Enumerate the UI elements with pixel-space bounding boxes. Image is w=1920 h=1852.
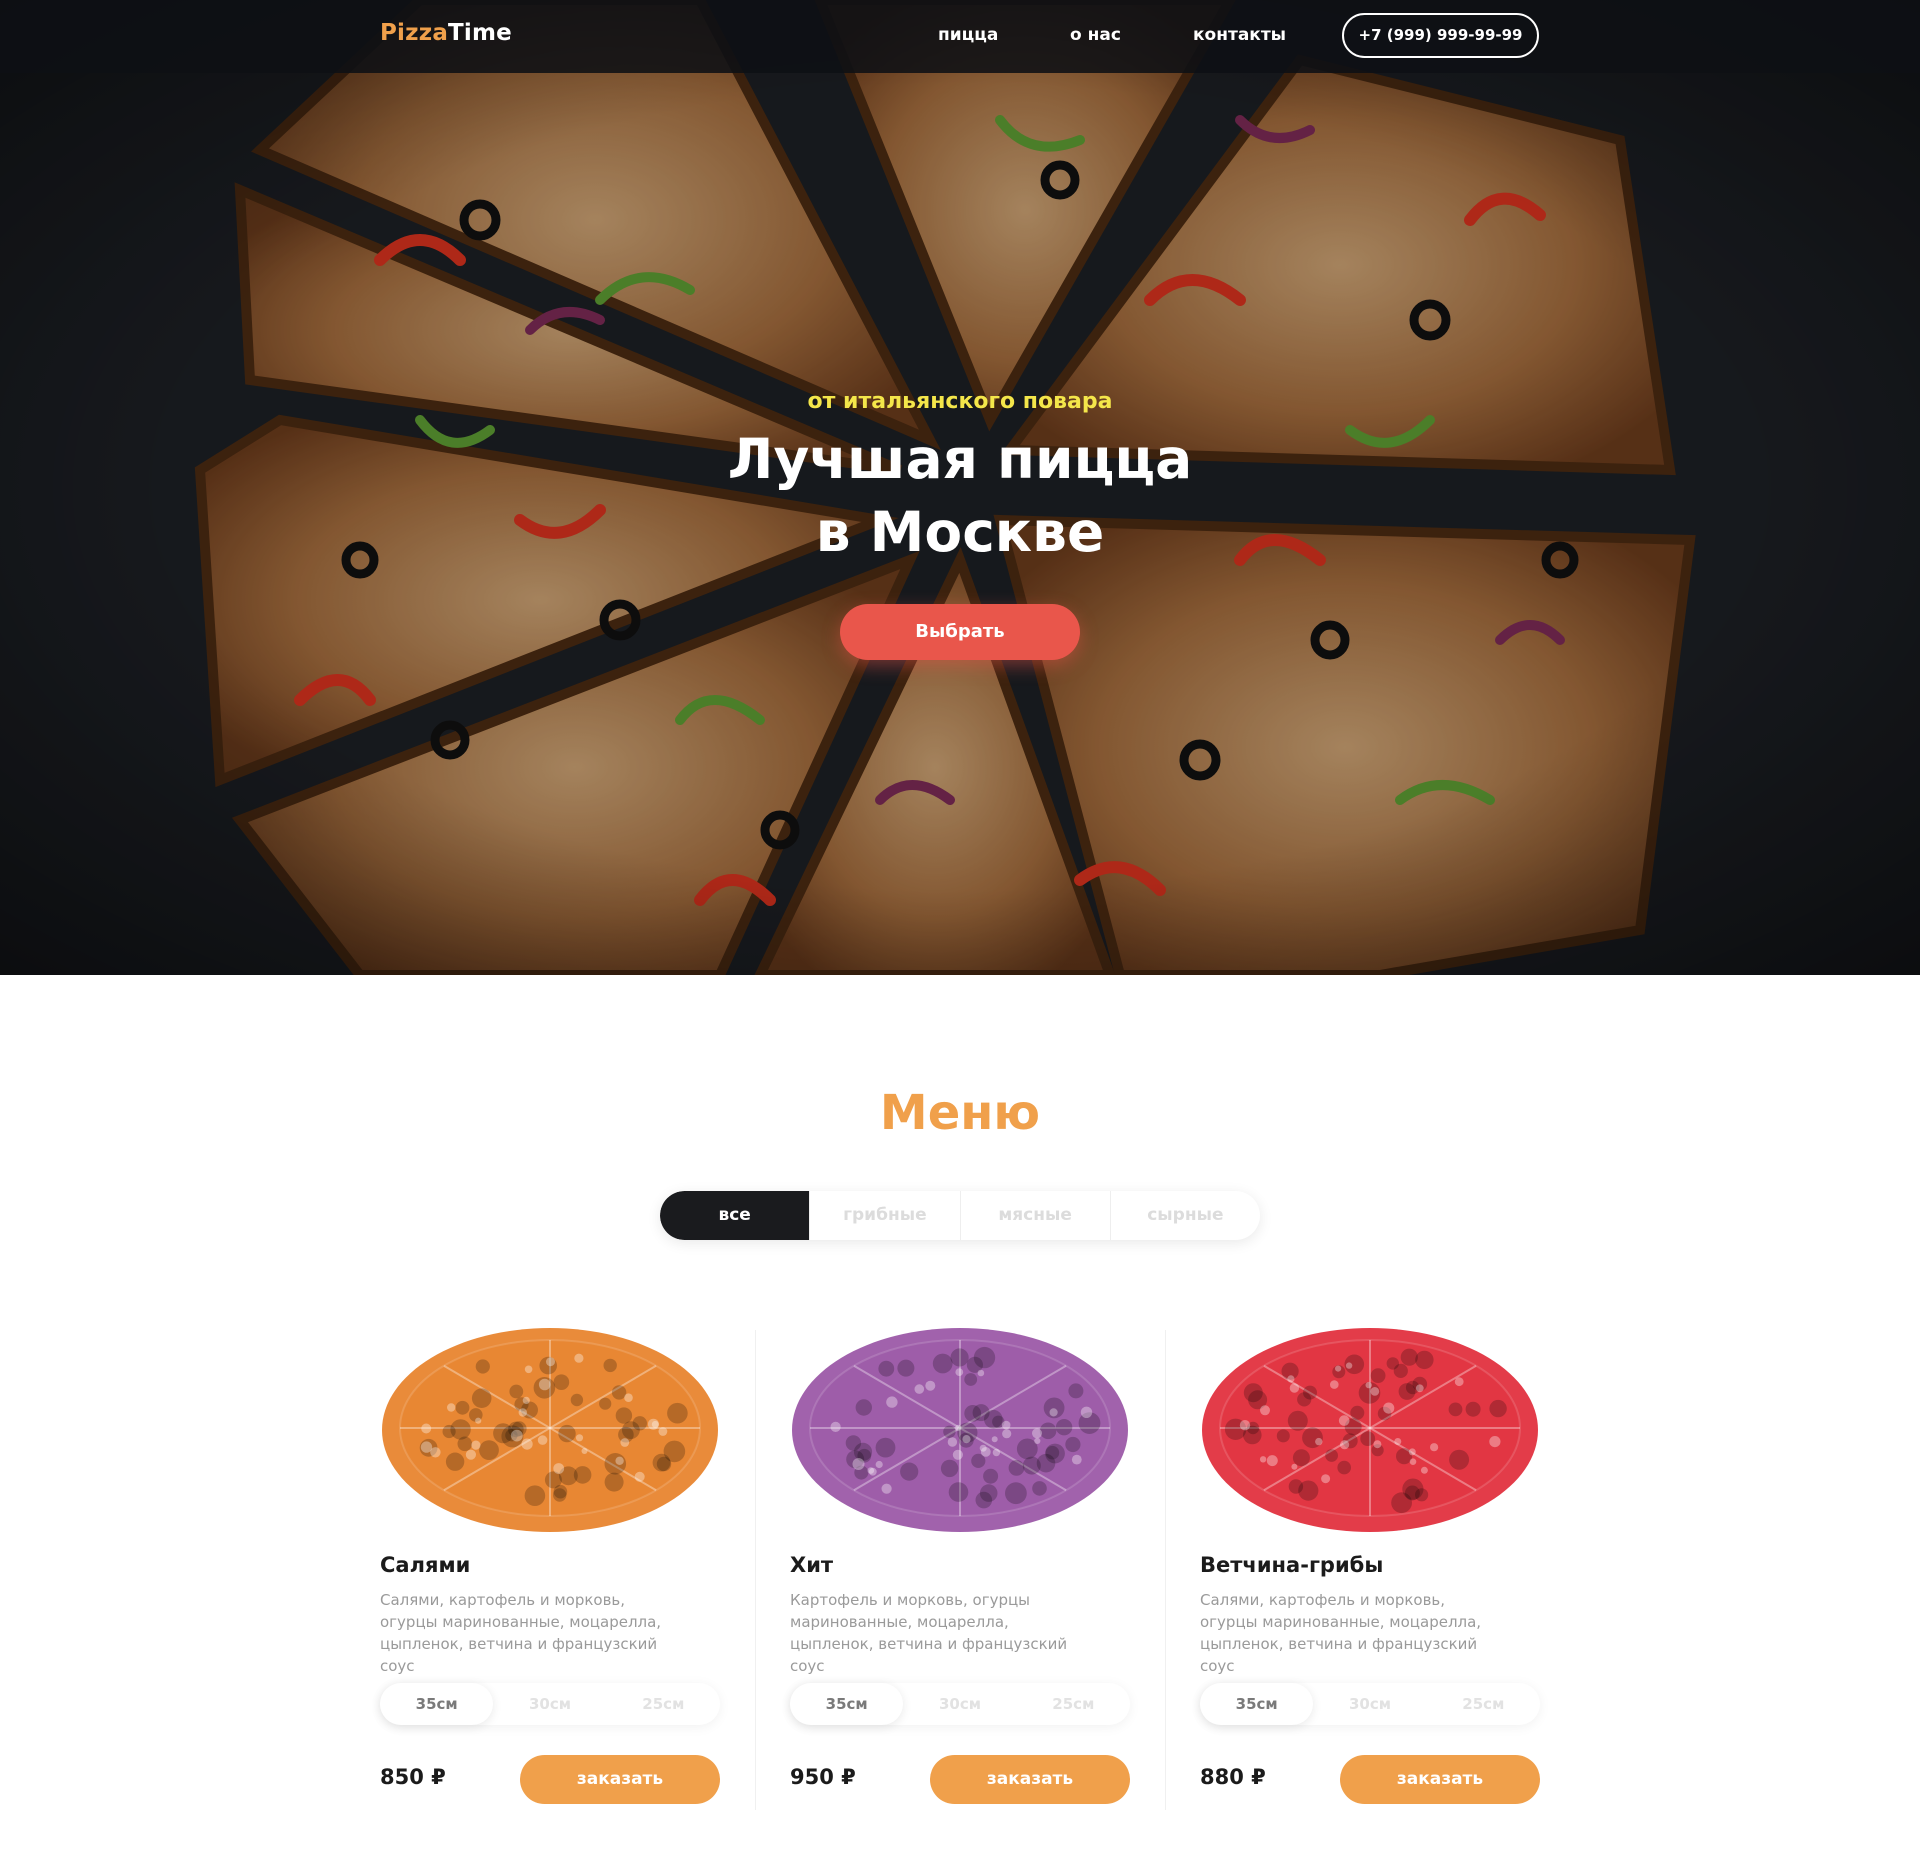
pizza-card-hit: Хит Картофель и морковь, огурцы маринова… [790, 1325, 1130, 1810]
order-button[interactable]: заказать [520, 1755, 720, 1804]
pizza-image [790, 1325, 1130, 1535]
size-option-25[interactable]: 25см [1427, 1683, 1540, 1725]
size-option-25[interactable]: 25см [607, 1683, 720, 1725]
size-option-25[interactable]: 25см [1017, 1683, 1130, 1725]
logo-pizza-text: Pizza [380, 20, 449, 46]
pizza-price: 850 ₽ [380, 1765, 446, 1789]
pizza-card-ham-mushroom: Ветчина-грибы Салями, картофель и морков… [1200, 1325, 1540, 1810]
phone-button[interactable]: +7 (999) 999-99-99 [1342, 13, 1539, 58]
card-divider [755, 1330, 756, 1810]
menu-title: Меню [879, 1085, 1041, 1141]
pizza-price: 950 ₽ [790, 1765, 856, 1789]
pizza-description: Салями, картофель и морковь, огурцы мари… [380, 1591, 662, 1675]
order-button[interactable]: заказать [1340, 1755, 1540, 1804]
hero-section: PizzaTime пицца о нас контакты +7 (999) … [0, 0, 1920, 975]
logo-time-text: Time [448, 20, 512, 46]
pizza-price: 880 ₽ [1200, 1765, 1266, 1789]
filter-tab-all[interactable]: все [660, 1191, 811, 1240]
hero-title-line-2: в Москве [815, 500, 1105, 564]
card-divider [1165, 1330, 1166, 1810]
top-navbar: PizzaTime пицца о нас контакты +7 (999) … [0, 0, 1920, 73]
filter-tab-meat[interactable]: мясные [961, 1191, 1111, 1240]
pizza-description: Картофель и морковь, огурцы маринованные… [790, 1591, 1068, 1675]
size-option-35[interactable]: 35см [380, 1683, 494, 1725]
size-selector: 35см 30см 25см [380, 1683, 720, 1725]
size-option-30[interactable]: 30см [493, 1683, 606, 1725]
pizza-image [380, 1325, 720, 1535]
pizza-name: Салями [380, 1553, 471, 1577]
hero-subtitle: от итальянского повара [807, 389, 1113, 414]
filter-tab-cheese[interactable]: сырные [1111, 1191, 1260, 1240]
filter-tab-mushroom[interactable]: грибные [810, 1191, 961, 1240]
size-option-30[interactable]: 30см [903, 1683, 1016, 1725]
pizza-name: Хит [790, 1553, 834, 1577]
size-selector: 35см 30см 25см [1200, 1683, 1540, 1725]
nav-link-contacts[interactable]: контакты [1193, 25, 1286, 45]
pizza-image [1200, 1325, 1540, 1535]
hero-title-line-1: Лучшая пицца [727, 427, 1193, 491]
nav-link-about[interactable]: о нас [1070, 25, 1121, 45]
size-option-35[interactable]: 35см [1200, 1683, 1314, 1725]
pizza-description: Салями, картофель и морковь, огурцы мари… [1200, 1591, 1482, 1675]
size-selector: 35см 30см 25см [790, 1683, 1130, 1725]
size-option-35[interactable]: 35см [790, 1683, 904, 1725]
menu-filter-tabs: все грибные мясные сырные [660, 1191, 1260, 1240]
nav-link-pizza[interactable]: пицца [938, 25, 998, 45]
choose-button[interactable]: Выбрать [840, 604, 1080, 660]
size-option-30[interactable]: 30см [1313, 1683, 1426, 1725]
hero-title: Лучшая пицца в Москве [0, 423, 1920, 569]
order-button[interactable]: заказать [930, 1755, 1130, 1804]
logo[interactable]: PizzaTime [380, 20, 512, 46]
pizza-name: Ветчина-грибы [1200, 1553, 1384, 1577]
pizza-card-salami: Салями Салями, картофель и морковь, огур… [380, 1325, 720, 1810]
